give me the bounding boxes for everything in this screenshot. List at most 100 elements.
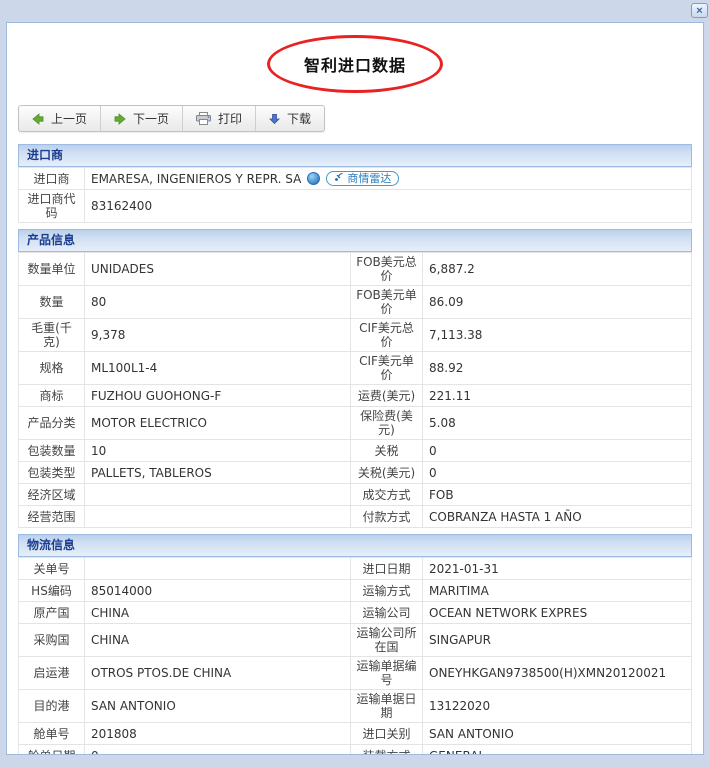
field-value: 85014000 [85,580,351,602]
field-label: 关税(美元) [351,462,423,484]
field-value: 0 [85,745,351,756]
field-label: 进口日期 [351,558,423,580]
logistics-table: 关单号 进口日期2021-01-31 HS编码85014000运输方式MARITIM… [18,557,692,755]
table-row: 经营范围付款方式COBRANZA HASTA 1 AÑO [19,506,692,528]
field-label: 运输公司 [351,602,423,624]
radar-icon [334,172,344,185]
import-detail-dialog: 智利进口数据 上一页 下一页 打印 下载 进口商 进口商 [6,22,704,755]
field-value: 10 [85,440,351,462]
field-value: COBRANZA HASTA 1 AÑO [423,506,692,528]
section-header-product: 产品信息 [18,229,692,252]
field-label: FOB美元单价 [351,286,423,319]
close-icon[interactable]: × [691,3,708,18]
field-label: 数量 [19,286,85,319]
field-label: 进口商 [19,168,85,190]
field-value: 2021-01-31 [423,558,692,580]
field-value: UNIDADES [85,253,351,286]
field-value: 9,378 [85,319,351,352]
toolbar: 上一页 下一页 打印 下载 [18,105,325,132]
field-label: 关单号 [19,558,85,580]
prev-page-button[interactable]: 上一页 [19,106,100,131]
field-label: FOB美元总价 [351,253,423,286]
field-label: 装载方式 [351,745,423,756]
globe-icon[interactable] [307,172,320,185]
printer-icon [196,112,211,125]
field-label: 目的港 [19,690,85,723]
prev-page-label: 上一页 [51,110,87,127]
field-value: OCEAN NETWORK EXPRES [423,602,692,624]
field-label: CIF美元总价 [351,319,423,352]
arrow-right-icon [114,113,126,125]
field-value: SAN ANTONIO [423,723,692,745]
field-value: EMARESA, INGENIEROS Y REPR. SA 商情雷达 [85,168,692,190]
field-label: 成交方式 [351,484,423,506]
section-logistics: 物流信息 关单号进口日期2021-01-31HS编码85014000运输方式MA… [18,534,692,755]
importer-name: EMARESA, INGENIEROS Y REPR. SA [91,172,301,186]
importer-table: 进口商 EMARESA, INGENIEROS Y REPR. SA 商情雷达 … [18,167,692,223]
field-value: 201808 [85,723,351,745]
field-value: CHINA [85,602,351,624]
field-label: 商标 [19,385,85,407]
table-row: 数量80FOB美元单价86.09 [19,286,692,319]
field-label: 原产国 [19,602,85,624]
table-row: 采购国CHINA运输公司所在国SINGAPUR [19,624,692,657]
field-value: 88.92 [423,352,692,385]
table-row: 启运港OTROS PTOS.DE CHINA运输单据编号ONEYHKGAN973… [19,657,692,690]
page-title-wrap: 智利进口数据 [18,23,692,105]
field-label: 舱单号 [19,723,85,745]
field-value: ONEYHKGAN9738500(H)XMN20120021 [423,657,692,690]
section-importer: 进口商 进口商 EMARESA, INGENIEROS Y REPR. SA 商… [18,144,692,223]
table-row: 数量单位UNIDADESFOB美元总价6,887.2 [19,253,692,286]
table-row: 规格ML100L1-4CIF美元单价88.92 [19,352,692,385]
table-row: 经济区域成交方式FOB [19,484,692,506]
field-value: SINGAPUR [423,624,692,657]
table-row: 包装数量10关税0 [19,440,692,462]
page-title: 智利进口数据 [304,52,406,76]
window-titlebar: × [0,0,710,22]
field-label: 运费(美元) [351,385,423,407]
field-label: CIF美元单价 [351,352,423,385]
print-button[interactable]: 打印 [182,106,255,131]
table-row: 原产国CHINA运输公司OCEAN NETWORK EXPRES [19,602,692,624]
field-value: CHINA [85,624,351,657]
arrow-left-icon [32,113,44,125]
field-label: 毛重(千克) [19,319,85,352]
table-row: 进口商 EMARESA, INGENIEROS Y REPR. SA 商情雷达 [19,168,692,190]
field-value: 6,887.2 [423,253,692,286]
print-label: 打印 [218,110,242,127]
field-label: 采购国 [19,624,85,657]
product-table: 数量单位UNIDADESFOB美元总价6,887.2数量80FOB美元单价86.… [18,252,692,528]
field-label: 进口商代码 [19,190,85,223]
download-label: 下载 [287,110,311,127]
field-value: 0 [423,440,692,462]
field-value: 83162400 [85,190,692,223]
business-radar-link[interactable]: 商情雷达 [326,171,399,186]
field-value: 5.08 [423,407,692,440]
field-label: 运输方式 [351,580,423,602]
field-label: HS编码 [19,580,85,602]
field-value: OTROS PTOS.DE CHINA [85,657,351,690]
section-header-importer: 进口商 [18,144,692,167]
field-value: FOB [423,484,692,506]
next-page-label: 下一页 [133,110,169,127]
field-label: 运输单据编号 [351,657,423,690]
field-label: 运输单据日期 [351,690,423,723]
field-label: 经营范围 [19,506,85,528]
table-row: 关单号 进口日期2021-01-31 [19,558,692,580]
field-label: 包装数量 [19,440,85,462]
field-value: 80 [85,286,351,319]
field-value: MARITIMA [423,580,692,602]
table-row: 目的港SAN ANTONIO运输单据日期13122020 [19,690,692,723]
next-page-button[interactable]: 下一页 [100,106,182,131]
section-product: 产品信息 数量单位UNIDADESFOB美元总价6,887.2数量80FOB美元… [18,229,692,528]
field-value: GENERAL [423,745,692,756]
download-button[interactable]: 下载 [255,106,324,131]
field-label: 启运港 [19,657,85,690]
field-value: MOTOR ELECTRICO [85,407,351,440]
field-label: 规格 [19,352,85,385]
field-label: 运输公司所在国 [351,624,423,657]
field-value: 7,113.38 [423,319,692,352]
table-row: 舱单号201808进口关别SAN ANTONIO [19,723,692,745]
field-label: 产品分类 [19,407,85,440]
table-row: 进口商代码83162400 [19,190,692,223]
